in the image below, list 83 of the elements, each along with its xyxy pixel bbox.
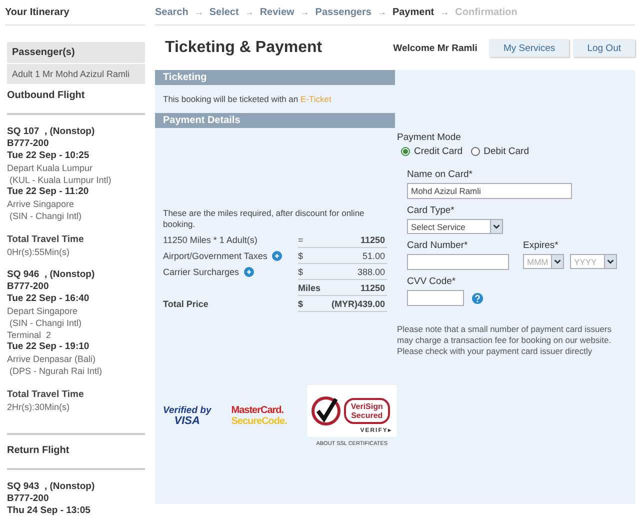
price-label: Airport/Government Taxes xyxy=(163,251,268,261)
caret-icon xyxy=(490,220,502,233)
breadcrumb-arrow: → xyxy=(377,7,386,17)
page-title: Ticketing & Payment xyxy=(165,39,324,57)
card-number-field[interactable] xyxy=(407,254,509,270)
flight-detail: SQ 946 , (Nonstop) xyxy=(7,269,96,281)
section-header: Ticketing xyxy=(155,70,395,85)
flight-detail: B777-200 xyxy=(7,281,50,293)
info-icon[interactable] xyxy=(272,251,282,261)
price-unit: $ xyxy=(298,250,304,260)
breadcrumb-arrow: → xyxy=(194,7,204,17)
breadcrumb-step: Payment xyxy=(392,6,434,18)
flight-detail: (DPS - Ngurah Rai Intl) xyxy=(8,365,104,377)
price-unit: Miles xyxy=(298,282,321,292)
flight-detail: B777-200 xyxy=(7,493,50,505)
price-value: 11250 xyxy=(360,234,385,244)
caret-icon xyxy=(551,255,563,268)
travel-time-label: Total Travel Time xyxy=(7,234,85,246)
fee-note: Please note that a small number of payment card issuers may charge a transaction fee for booking on our website. Please check with your payment card issuer directly xyxy=(397,324,612,357)
price-label: 11250 Miles * 1 Adult(s) xyxy=(163,235,258,245)
breadcrumb-step: Confirmation xyxy=(455,6,518,18)
price-value: 51.00 xyxy=(362,250,385,260)
breadcrumb-step[interactable]: Search xyxy=(155,6,188,18)
payment-mode-radio[interactable]: Credit Card xyxy=(401,146,463,157)
flight-detail: Arrive Singapore xyxy=(7,198,76,210)
breadcrumb-step[interactable]: Select xyxy=(209,6,239,18)
section-title: Return Flight xyxy=(7,433,145,470)
header-button[interactable]: My Services xyxy=(489,39,570,57)
flight-detail: Tue 22 Sep - 19:10 xyxy=(7,341,90,353)
price-unit: = xyxy=(298,234,304,244)
travel-time: 2Hr(s):30Min(s) xyxy=(7,401,71,413)
price-value: 388.00 xyxy=(357,266,385,276)
breadcrumb-arrow: → xyxy=(440,7,450,17)
price-label: Carrier Surcharges xyxy=(163,267,240,277)
breadcrumb-step[interactable]: Passengers xyxy=(315,6,372,18)
flight-detail: B777-200 xyxy=(7,138,50,150)
ticketing-text: This booking will be ticketed with an E-Ticket xyxy=(162,93,332,106)
field-label: Card Number* xyxy=(407,240,469,251)
flight-detail: Tue 22 Sep - 10:25 xyxy=(7,150,90,162)
sidebar-title: Your Itinerary xyxy=(5,0,145,26)
price-label: Total Price xyxy=(163,299,208,309)
flight-detail: Thu 24 Sep - 13:05 xyxy=(7,505,92,517)
payment-mode-radio[interactable]: Debit Card xyxy=(470,146,529,157)
info-icon[interactable] xyxy=(244,267,254,277)
breadcrumb-arrow: → xyxy=(300,7,310,17)
flight-detail: Arrive Denpasar (Bali) xyxy=(7,353,97,365)
name-on-card-field[interactable]: Mohd Azizul Ramli xyxy=(407,183,572,199)
header-button[interactable]: Log Out xyxy=(573,39,635,57)
flight-detail: (SIN - Changi Intl) xyxy=(8,317,83,329)
section-title: Outbound Flight xyxy=(7,84,145,115)
card-type-select[interactable]: Select Service xyxy=(407,219,503,234)
price-unit: $ xyxy=(298,266,304,276)
flight-detail: (KUL - Kuala Lumpur Intl) xyxy=(8,174,112,186)
price-value: 11250 xyxy=(360,282,385,292)
verified-by-visa-logo: Verified by VISA xyxy=(163,406,212,426)
flight-detail: SQ 107 , (Nonstop) xyxy=(7,126,96,138)
flight-detail: Depart Kuala Lumpur xyxy=(7,162,94,174)
travel-time-label: Total Travel Time xyxy=(7,389,85,401)
flight-detail: SQ 943 , (Nonstop) xyxy=(7,481,96,493)
travel-time: 0Hr(s):55Min(s) xyxy=(7,246,71,258)
payment-mode-label: Payment Mode xyxy=(397,132,462,143)
flight-detail: Tue 22 Sep - 11:20 xyxy=(7,186,90,198)
price-unit: $ xyxy=(298,298,304,308)
breadcrumb-arrow: → xyxy=(244,7,254,17)
passenger-row: Adult 1 Mr Mohd Azizul Ramli xyxy=(7,63,145,84)
flight-detail: Tue 22 Sep - 16:40 xyxy=(7,293,90,305)
section-header: Payment Details xyxy=(155,113,395,128)
field-label: Name on Card* xyxy=(407,169,474,180)
price-value: (MYR)439.00 xyxy=(331,298,385,308)
miles-note: These are the miles required, after discount for online booking. xyxy=(163,208,366,230)
breadcrumb-step[interactable]: Review xyxy=(260,6,294,18)
passengers-header: Passenger(s) xyxy=(7,42,145,63)
help-icon[interactable] xyxy=(472,292,483,304)
cvv-field[interactable] xyxy=(407,290,464,306)
caret-icon xyxy=(604,255,616,268)
welcome-text: Welcome Mr Ramli xyxy=(393,42,478,54)
field-label: Card Type* xyxy=(407,205,456,216)
flight-detail: Depart Singapore xyxy=(7,305,79,317)
field-label: Expires* xyxy=(523,240,560,251)
flight-detail: Terminal 2 xyxy=(7,329,52,341)
mastercard-securecode-logo: MasterCard. SecureCode. xyxy=(231,405,287,427)
field-label: CVV Code* xyxy=(407,276,457,287)
flight-detail: (SIN - Changi Intl) xyxy=(8,210,83,222)
